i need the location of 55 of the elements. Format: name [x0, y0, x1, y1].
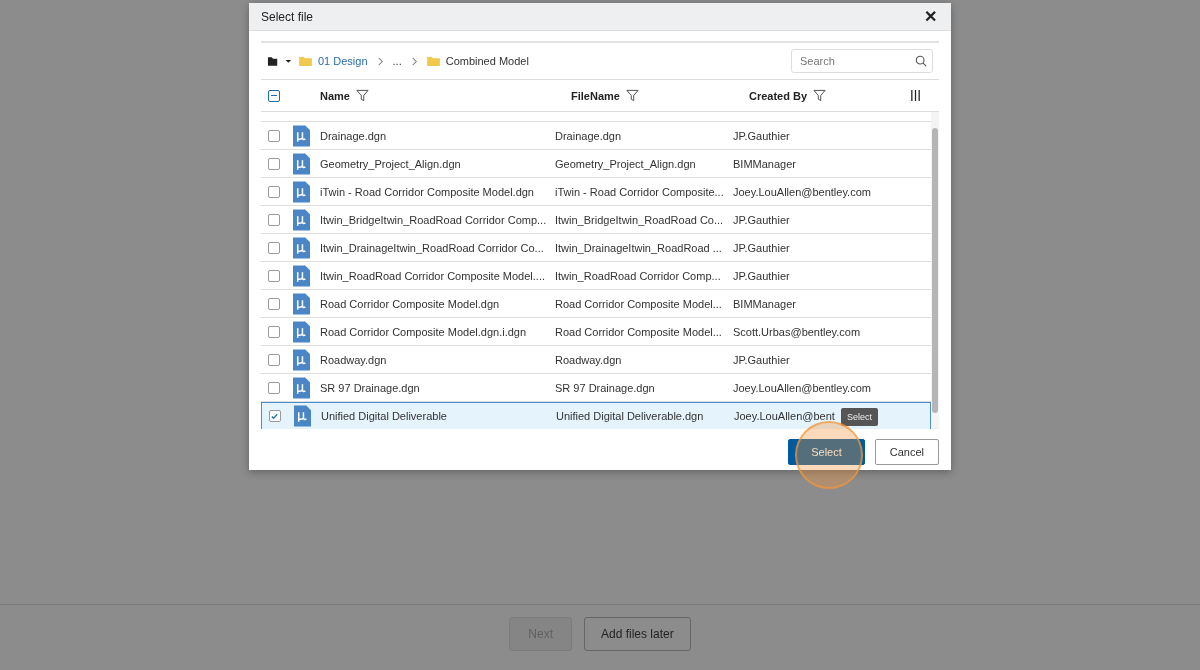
add-files-later-button[interactable]: Add files later	[584, 616, 691, 651]
tooltip: Select	[841, 408, 878, 426]
file-name: Road Corridor Composite Model...	[555, 325, 722, 338]
file-row[interactable]: Road Corridor Composite Model.dgn.i.dgn Road Corridor Composite Model... Scott.Urbas@bentley.com	[261, 318, 931, 346]
dialog-title: Select file	[261, 9, 314, 24]
file-row[interactable]: Road Corridor Composite Model.dgn Road Corridor Composite Model... BIMManager	[261, 290, 931, 318]
file-name: Itwin_RoadRoad Corridor Composite Model....	[320, 269, 545, 282]
file-name: Roadway.dgn	[555, 353, 622, 366]
file-name: Itwin_DrainageItwin_RoadRoad ...	[555, 241, 722, 254]
created-by: BIMManager	[733, 297, 796, 310]
created-by: Joey.LouAllen@bentley.com	[733, 381, 871, 394]
file-name: SR 97 Drainage.dgn	[555, 381, 655, 394]
file-name: Geometry_Project_Align.dgn	[320, 157, 461, 170]
file-name: Geometry_Project_Align.dgn	[555, 157, 696, 170]
file-row[interactable]: Drainage.dgn Drainage.dgn JP.Gauthier	[261, 122, 931, 150]
created-by: Joey.LouAllen@bentley.com	[733, 185, 871, 198]
file-row[interactable]: iTwin - Road Corridor Composite Model.dgn iTwin - Road Corridor Composite... Joey.LouAllen@bentley.com	[261, 178, 931, 206]
file-name: iTwin - Road Corridor Composite Model.dgn	[320, 185, 534, 198]
breadcrumb-link[interactable]: 01 Design	[318, 55, 368, 67]
breadcrumb-item[interactable]: ...	[392, 55, 402, 67]
file-name: SR 97 Drainage.dgn	[320, 381, 420, 394]
cancel-button[interactable]: Cancel	[874, 439, 939, 465]
file-row[interactable]: Itwin_RoadRoad Corridor Composite Model.... Itwin_RoadRoad Corridor Comp... JP.Gauthier	[261, 262, 931, 290]
created-by: JP.Gauthier	[733, 129, 790, 142]
file-row[interactable]: Itwin_BridgeItwin_RoadRoad Corridor Comp... Itwin_BridgeItwin_RoadRoad Co... JP.Gauthier	[261, 206, 931, 234]
file-row[interactable]: Geometry_Project_Align.dgn Geometry_Project_Align.dgn BIMManager	[261, 150, 931, 178]
file-name: Unified Digital Deliverable.dgn	[556, 410, 704, 422]
file-name: Road Corridor Composite Model...	[555, 297, 722, 310]
file-name: Roadway.dgn	[320, 353, 387, 366]
column-header[interactable]: Name	[320, 89, 350, 102]
close-button[interactable]: ✕	[922, 7, 939, 26]
created-by: JP.Gauthier	[733, 353, 790, 366]
file-name: iTwin - Road Corridor Composite...	[555, 185, 724, 198]
breadcrumb-item: Combined Model	[445, 55, 529, 67]
select-button[interactable]: Select	[788, 439, 865, 465]
created-by: JP.Gauthier	[733, 241, 790, 254]
created-by: JP.Gauthier	[733, 269, 790, 282]
created-by: Joey.LouAllen@bent	[734, 410, 835, 422]
file-name: Road Corridor Composite Model.dgn	[320, 297, 500, 310]
search-field[interactable]: Search	[791, 49, 933, 73]
created-by: Scott.Urbas@bentley.com	[733, 325, 861, 338]
column-header[interactable]: FileName	[571, 89, 620, 102]
file-name: Itwin_DrainageItwin_RoadRoad Corridor Co...	[320, 241, 544, 254]
file-name: Itwin_BridgeItwin_RoadRoad Co...	[555, 213, 724, 226]
column-header[interactable]: Created By	[749, 89, 808, 102]
file-name: Road Corridor Composite Model.dgn.i.dgn	[320, 325, 527, 338]
file-name: Drainage.dgn	[320, 129, 387, 142]
file-name: Itwin_BridgeItwin_RoadRoad Corridor Comp...	[320, 213, 547, 226]
created-by: BIMManager	[733, 157, 796, 170]
file-row[interactable]: Itwin_DrainageItwin_RoadRoad Corridor Co... Itwin_DrainageItwin_RoadRoad ... JP.Gauthier	[261, 234, 931, 262]
file-name: Drainage.dgn	[555, 129, 622, 142]
file-row[interactable]: Roadway.dgn Roadway.dgn JP.Gauthier	[261, 346, 931, 374]
file-name: Itwin_RoadRoad Corridor Comp...	[555, 269, 721, 282]
file-name: Unified Digital Deliverable	[321, 410, 447, 422]
created-by: JP.Gauthier	[733, 213, 790, 226]
